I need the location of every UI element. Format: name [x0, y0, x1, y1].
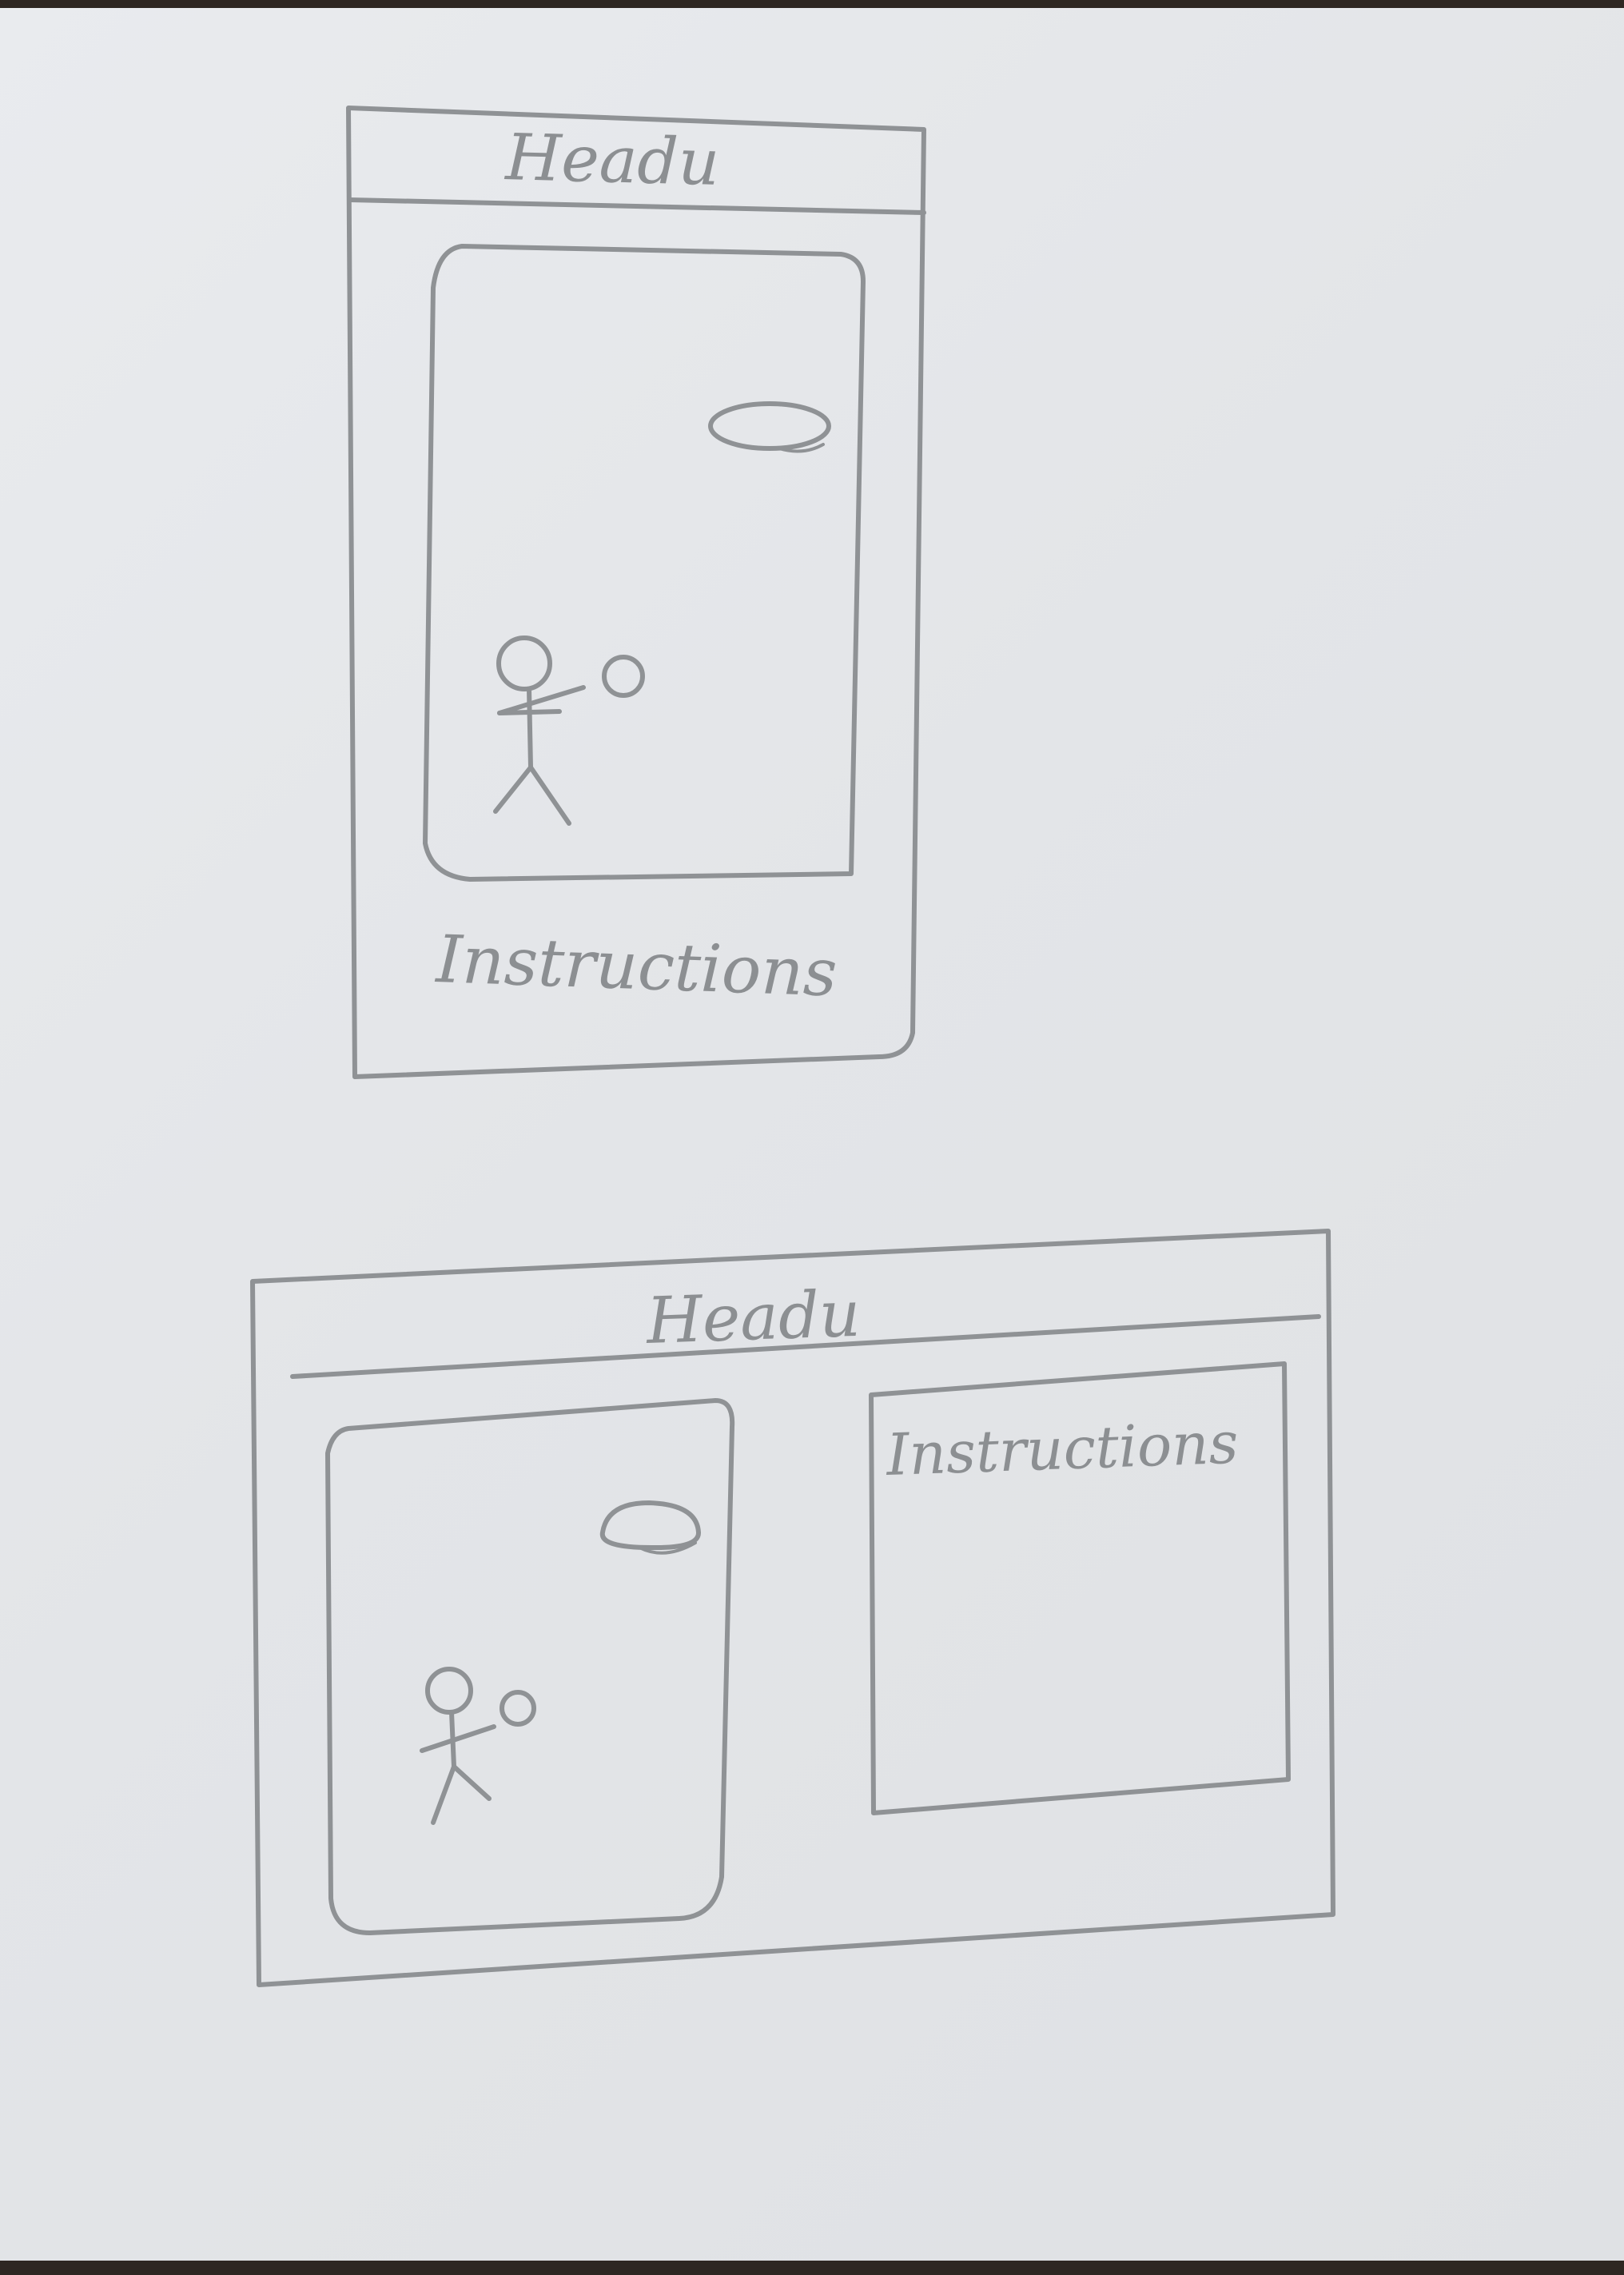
portrait-header-label: Headu [504, 120, 721, 200]
wireframe-sketches: Headu Instructions Headu Instructions [250, 106, 1335, 1987]
landscape-header-label: Headu [643, 1277, 862, 1358]
landscape-disc-icon [599, 1500, 701, 1551]
landscape-instructions-label: Instructions [884, 1409, 1240, 1488]
portrait-disc-icon [708, 401, 831, 451]
landscape-stick-figure-icon [420, 1667, 496, 1825]
landscape-game-area [325, 1398, 735, 1935]
portrait-ball-icon [602, 655, 645, 698]
landscape-ball-icon [500, 1690, 536, 1727]
portrait-header-divider [348, 197, 926, 215]
portrait-game-area [423, 244, 866, 882]
portrait-stick-figure-icon [493, 635, 586, 826]
portrait-instructions-label: Instructions [433, 922, 838, 1012]
